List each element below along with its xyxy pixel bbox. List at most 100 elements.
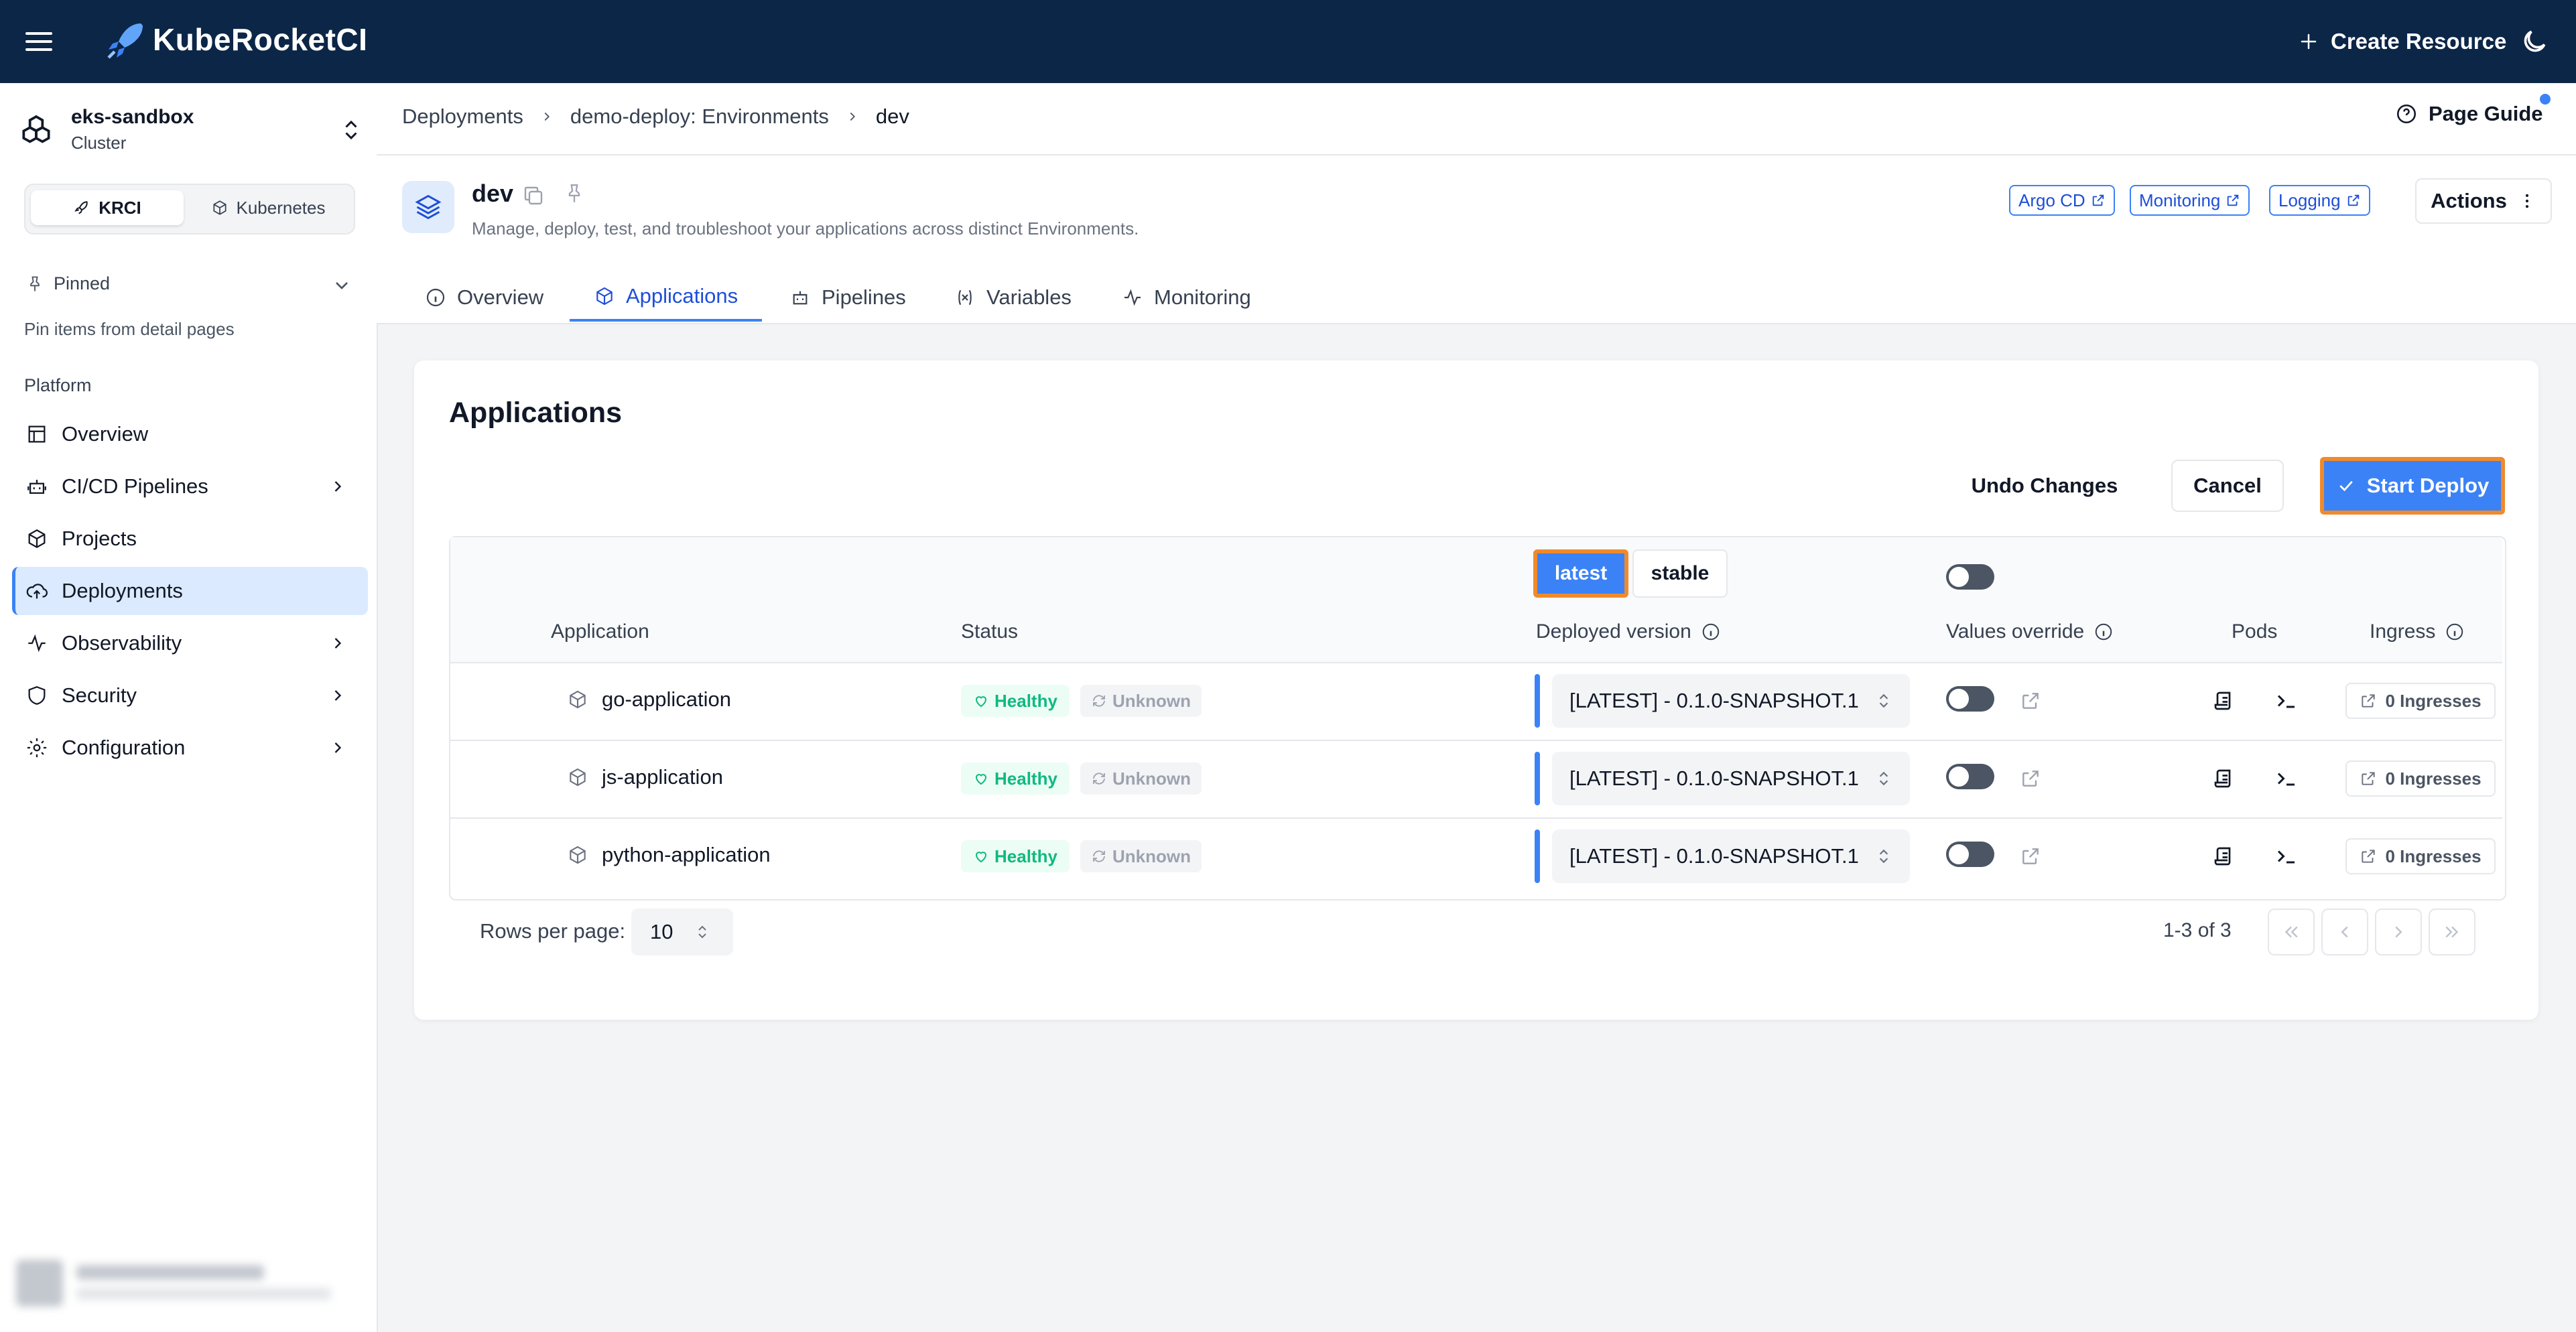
info-icon[interactable] (1701, 622, 1721, 642)
page-guide-button[interactable]: Page Guide (2395, 102, 2543, 126)
activity-icon (1124, 289, 1141, 306)
refresh-icon (1093, 850, 1105, 862)
pinned-header[interactable]: Pinned (25, 273, 110, 294)
external-link-icon[interactable] (2020, 690, 2041, 712)
cloud-upload-icon (26, 584, 48, 599)
sidebar-item-cicd-pipelines[interactable]: CI/CD Pipelines (12, 462, 365, 511)
create-resource-button[interactable]: Create Resource (2299, 25, 2506, 58)
user-profile-blurred[interactable] (9, 1253, 365, 1313)
next-page-button[interactable] (2375, 909, 2422, 955)
preset-latest-button[interactable]: latest (1533, 549, 1628, 598)
values-override-toggle[interactable] (1946, 686, 1994, 712)
app-brand[interactable]: KubeRocketCI (153, 21, 367, 58)
column-header-values-override[interactable]: Values override (1946, 620, 2114, 643)
ingresses-button[interactable]: 0 Ingresses (2345, 760, 2496, 797)
last-page-button[interactable] (2429, 909, 2475, 955)
heart-icon (975, 852, 987, 863)
column-header-label: Application (551, 620, 649, 643)
start-deploy-label: Start Deploy (2366, 474, 2490, 497)
sidebar-item-configuration[interactable]: Configuration (12, 724, 365, 772)
rocket-logo-icon[interactable] (101, 17, 149, 66)
chevrons-up-down-icon[interactable] (339, 117, 363, 143)
values-override-toggle[interactable] (1946, 764, 1994, 789)
application-name-cell[interactable]: python-application (567, 843, 771, 867)
external-link-icon (2362, 850, 2376, 863)
column-header-status[interactable]: Status (961, 620, 1018, 643)
sidebar-item-security[interactable]: Security (12, 671, 365, 720)
preset-stable-button[interactable]: stable (1632, 549, 1728, 598)
breadcrumb: Deployments demo-deploy: Environments de… (402, 105, 909, 129)
version-select[interactable]: [LATEST] - 0.1.0-SNAPSHOT.1 (1552, 674, 1910, 728)
argocd-link[interactable]: Argo CD (2009, 185, 2115, 216)
tab-pipelines[interactable]: Pipelines (789, 273, 906, 322)
chevrons-up-down-icon (1879, 771, 1888, 786)
tab-label: Variables (986, 285, 1072, 309)
column-header-deployed-version[interactable]: Deployed version (1536, 620, 1721, 643)
version-select[interactable]: [LATEST] - 0.1.0-SNAPSHOT.1 (1552, 752, 1910, 805)
start-deploy-button[interactable]: Start Deploy (2320, 457, 2505, 515)
moon-icon[interactable] (2520, 27, 2549, 56)
mode-kubernetes-button[interactable]: Kubernetes (189, 190, 347, 225)
page-guide-label: Page Guide (2429, 102, 2543, 125)
rocket-icon (74, 201, 88, 214)
sidebar-item-deployments[interactable]: Deployments (12, 567, 368, 615)
application-name-cell[interactable]: js-application (567, 765, 723, 789)
breadcrumb-deployments[interactable]: Deployments (402, 105, 523, 129)
ingresses-button[interactable]: 0 Ingresses (2345, 838, 2496, 874)
ingresses-button[interactable]: 0 Ingresses (2345, 683, 2496, 719)
sidebar-item-projects[interactable]: Projects (12, 515, 365, 563)
breadcrumb-environments[interactable]: demo-deploy: Environments (570, 105, 829, 129)
copy-icon[interactable] (521, 184, 545, 208)
external-link-icon[interactable] (2020, 768, 2041, 789)
sidebar-item-overview[interactable]: Overview (12, 410, 365, 458)
application-name-cell[interactable]: go-application (567, 687, 731, 712)
mode-krci-label: KRCI (99, 197, 141, 218)
info-icon[interactable] (2445, 622, 2465, 642)
cluster-name[interactable]: eks-sandbox (71, 106, 194, 129)
chevron-right-icon (2395, 926, 2402, 938)
version-changed-indicator (1535, 674, 1540, 728)
heart-icon (975, 774, 987, 785)
hamburger-menu-icon[interactable] (23, 25, 55, 58)
first-page-button[interactable] (2268, 909, 2315, 955)
cancel-button[interactable]: Cancel (2171, 460, 2284, 512)
status-badge-label: Healthy (994, 846, 1057, 866)
create-resource-label: Create Resource (2331, 29, 2507, 54)
status-badge-healthy: Healthy (961, 685, 1070, 717)
chevron-down-icon[interactable] (331, 275, 352, 296)
version-select[interactable]: [LATEST] - 0.1.0-SNAPSHOT.1 (1552, 829, 1910, 883)
terminal-icon[interactable] (2274, 767, 2299, 791)
logs-icon[interactable] (2211, 689, 2236, 713)
external-link-icon[interactable] (2020, 846, 2041, 867)
logs-icon[interactable] (2211, 844, 2236, 868)
info-icon[interactable] (2094, 622, 2114, 642)
monitoring-link[interactable]: Monitoring (2130, 185, 2250, 216)
terminal-icon[interactable] (2274, 844, 2299, 868)
pin-icon[interactable] (563, 182, 586, 205)
version-select-value: [LATEST] - 0.1.0-SNAPSHOT.1 (1569, 689, 1859, 712)
variable-icon (958, 289, 972, 306)
undo-changes-button[interactable]: Undo Changes (1957, 460, 2132, 512)
sidebar-item-observability[interactable]: Observability (12, 619, 365, 667)
tab-variables[interactable]: Variables (954, 273, 1072, 322)
tab-overview[interactable]: Overview (425, 273, 543, 322)
logs-icon[interactable] (2211, 767, 2236, 791)
pin-icon (30, 276, 40, 291)
status-badge-label: Healthy (994, 690, 1057, 711)
sidebar-item-label: Overview (62, 422, 149, 446)
tab-monitoring[interactable]: Monitoring (1122, 273, 1251, 322)
logging-link[interactable]: Logging (2269, 185, 2370, 216)
actions-button[interactable]: Actions (2415, 178, 2552, 224)
previous-page-button[interactable] (2321, 909, 2368, 955)
cluster-icon (17, 112, 55, 149)
mode-krci-button[interactable]: KRCI (31, 190, 184, 225)
column-header-application[interactable]: Application (551, 620, 649, 643)
external-link-icon (2362, 772, 2376, 785)
refresh-icon (1093, 695, 1105, 707)
values-override-all-toggle[interactable] (1946, 564, 1994, 590)
rows-per-page-select[interactable]: 10 (631, 909, 733, 955)
values-override-toggle[interactable] (1946, 842, 1994, 867)
terminal-icon[interactable] (2274, 689, 2299, 713)
tab-applications[interactable]: Applications (570, 273, 763, 322)
gear-icon (27, 738, 47, 758)
